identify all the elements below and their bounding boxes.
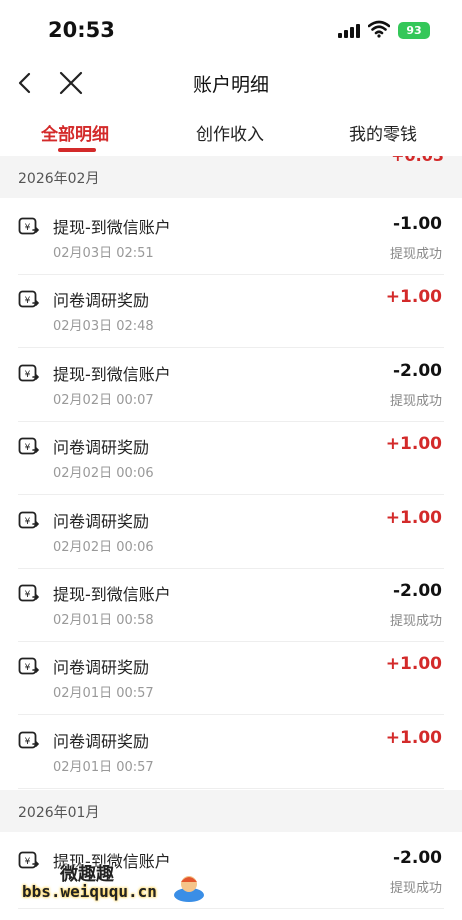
- watermark-url: bbs.weiququ.cn: [22, 882, 157, 901]
- tab-creation-income[interactable]: 创作收入: [196, 120, 264, 145]
- transaction-title: 问卷调研奖励: [53, 658, 150, 678]
- month-label: 2026年01月: [18, 805, 100, 821]
- status-bar: 20:53 93: [0, 0, 462, 60]
- transaction-row[interactable]: ¥ 问卷调研奖励 02月02日 00:06 +1.00: [0, 496, 462, 569]
- transaction-title: 问卷调研奖励: [53, 438, 150, 458]
- transaction-list[interactable]: +0.03 2026年02月 ¥ 提现-到微信账户 02月03日 02:51 -1.0…: [0, 156, 462, 920]
- tab-bar: 全部明细 创作收入 我的零钱: [0, 108, 462, 156]
- wallet-yuan-icon: ¥: [18, 290, 40, 308]
- transaction-title: 问卷调研奖励: [53, 291, 150, 311]
- transaction-time: 02月03日 02:48: [53, 319, 154, 335]
- svg-text:¥: ¥: [25, 443, 31, 453]
- cellular-signal-icon: [338, 24, 360, 38]
- clock: 20:53: [48, 18, 115, 42]
- month-label: 2026年02月: [18, 171, 100, 187]
- transaction-title: 提现-到微信账户: [53, 364, 171, 384]
- transaction-time: 02月01日 00:58: [53, 613, 154, 628]
- transaction-amount: +1.00: [385, 507, 442, 528]
- site-watermark: 微趣趣 bbs.weiququ.cn: [22, 860, 222, 912]
- mascot-icon: [174, 876, 204, 902]
- transaction-title: 问卷调研奖励: [53, 511, 150, 531]
- battery-indicator: 93: [398, 22, 430, 39]
- transaction-row[interactable]: ¥ 问卷调研奖励 02月02日 00:06 +1.00: [0, 422, 462, 496]
- transaction-time: 02月01日 00:57: [53, 686, 154, 702]
- transaction-status: 提现成功: [389, 247, 442, 262]
- svg-text:¥: ¥: [25, 590, 31, 600]
- transaction-amount: +1.00: [385, 727, 442, 748]
- wallet-yuan-icon: ¥: [18, 584, 40, 602]
- transaction-time: 02月02日 00:06: [53, 466, 154, 482]
- transaction-row[interactable]: ¥ 问卷调研奖励 02月01日 00:57 +1.00: [0, 642, 462, 716]
- transaction-amount: +1.00: [385, 654, 442, 675]
- transaction-title: 提现-到微信账户: [53, 585, 171, 604]
- tab-my-change[interactable]: 我的零钱: [349, 120, 417, 145]
- transaction-title: 问卷调研奖励: [53, 731, 150, 751]
- transaction-time: 02月02日 00:06: [53, 539, 154, 555]
- svg-text:¥: ¥: [25, 296, 31, 306]
- partial-amount: +0.03: [391, 156, 444, 165]
- transaction-title: 提现-到微信账户: [53, 218, 171, 237]
- wallet-yuan-icon: ¥: [18, 217, 40, 235]
- transaction-status: 提现成功: [389, 393, 442, 409]
- wifi-icon: [368, 20, 390, 38]
- transaction-row[interactable]: ¥ 提现-到微信账户 02月02日 00:07 -2.00 提现成功: [0, 349, 462, 422]
- transaction-amount: -2.00: [393, 581, 442, 601]
- svg-text:¥: ¥: [25, 663, 31, 673]
- month-header: 2026年01月: [0, 790, 462, 832]
- svg-text:¥: ¥: [25, 517, 31, 527]
- wallet-yuan-icon: ¥: [18, 731, 40, 749]
- transaction-time: 02月03日 02:51: [53, 246, 154, 261]
- nav-bar: 账户明细: [0, 60, 462, 106]
- month-header: +0.03 2026年02月: [0, 156, 462, 198]
- active-tab-indicator: [58, 148, 96, 152]
- transaction-time: 02月02日 00:07: [53, 392, 154, 408]
- svg-text:¥: ¥: [25, 370, 31, 380]
- transaction-row[interactable]: ¥ 提现-到微信账户 02月03日 02:51 -1.00 提现成功: [0, 202, 462, 275]
- transaction-row[interactable]: ¥ 问卷调研奖励 02月03日 02:48 +1.00: [0, 275, 462, 349]
- wallet-yuan-icon: ¥: [18, 437, 40, 455]
- transaction-amount: -2.00: [393, 360, 442, 381]
- tab-all-details[interactable]: 全部明细: [41, 120, 109, 145]
- transaction-row[interactable]: ¥ 提现-到微信账户 02月01日 00:58 -2.00 提现成功: [0, 569, 462, 642]
- wallet-yuan-icon: ¥: [18, 364, 40, 382]
- wallet-yuan-icon: ¥: [18, 657, 40, 675]
- transaction-amount: +1.00: [385, 287, 442, 308]
- transaction-amount: -2.00: [393, 848, 442, 868]
- wallet-yuan-icon: ¥: [18, 511, 40, 528]
- row-divider: [18, 787, 444, 789]
- transaction-time: 02月01日 00:57: [53, 759, 154, 775]
- transaction-row[interactable]: ¥ 问卷调研奖励 02月01日 00:57 +1.00: [0, 716, 462, 789]
- transaction-amount: -1.00: [393, 214, 442, 234]
- svg-text:¥: ¥: [25, 737, 31, 747]
- transaction-status: 提现成功: [389, 881, 442, 896]
- svg-text:¥: ¥: [25, 223, 31, 233]
- transaction-status: 提现成功: [389, 614, 442, 629]
- transaction-amount: +1.00: [385, 434, 442, 455]
- page-title: 账户明细: [192, 74, 269, 96]
